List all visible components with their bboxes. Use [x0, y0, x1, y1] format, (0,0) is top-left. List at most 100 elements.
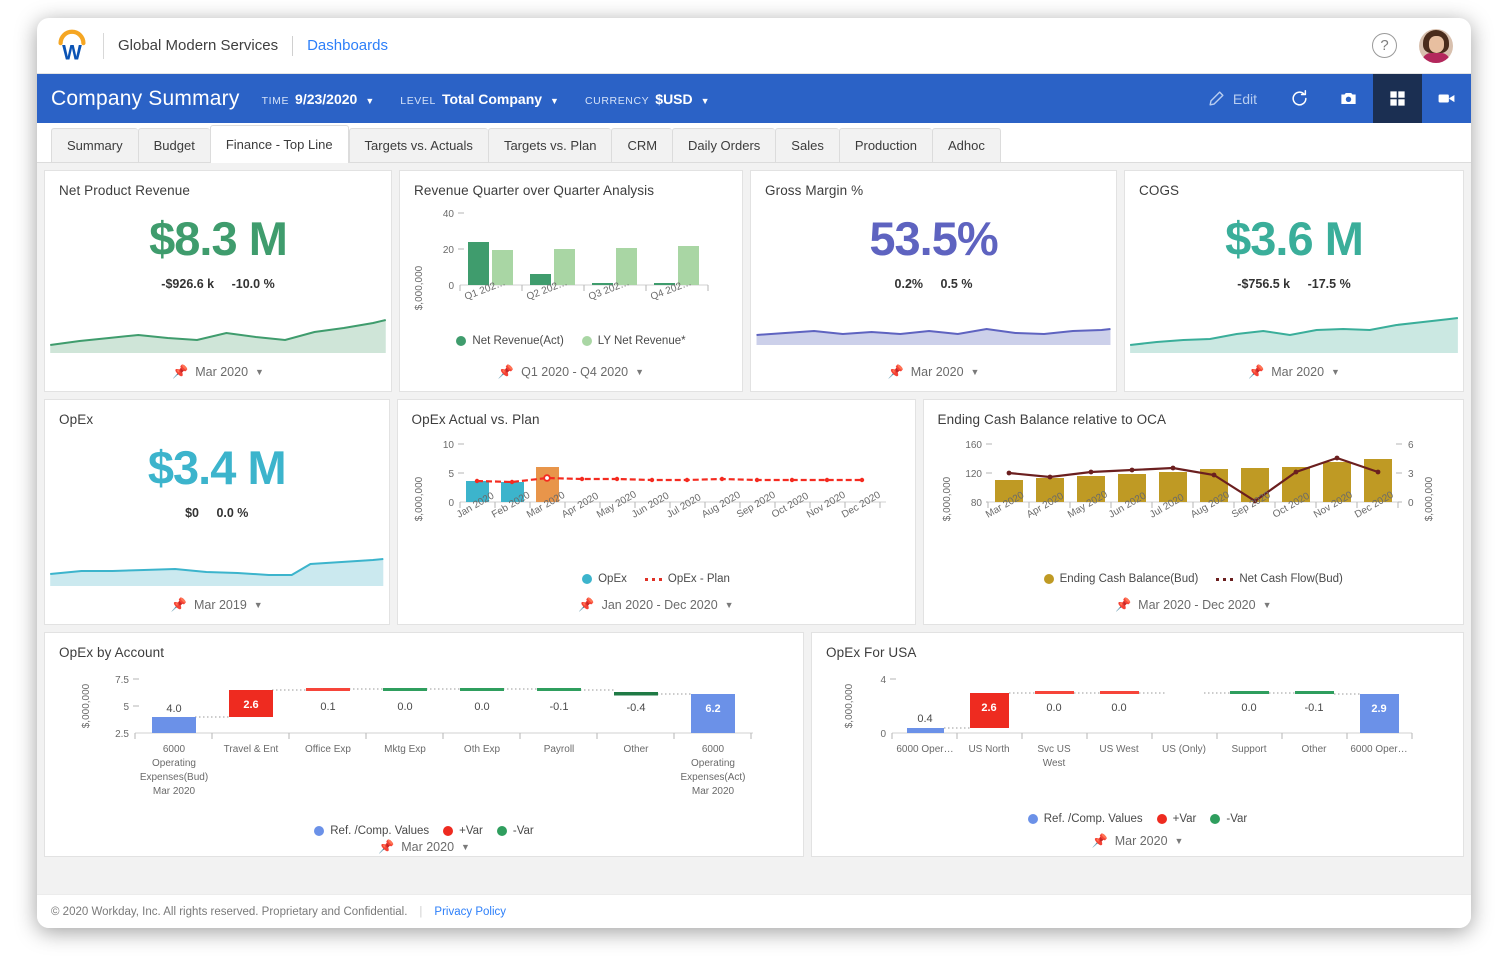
- y-tick: 7.5: [115, 675, 129, 686]
- kpi-value: $3.4 M: [45, 444, 389, 491]
- card-period-selector[interactable]: 📌 Mar 2020 ▼: [45, 837, 803, 856]
- card-period-selector[interactable]: 📌 Mar 2020 - Dec 2020 ▼: [924, 586, 1464, 624]
- x-tick: Jul 2020: [665, 492, 704, 521]
- card-net-product-revenue[interactable]: Net Product Revenue $8.3 M -$926.6 k -10…: [44, 170, 392, 392]
- x-tick: Expenses(Bud): [140, 772, 208, 783]
- edit-button[interactable]: Edit: [1195, 74, 1275, 123]
- card-title: Gross Margin %: [751, 171, 1116, 198]
- tab-targets-vs-plan[interactable]: Targets vs. Plan: [488, 128, 612, 162]
- legend-item: -Var: [1210, 813, 1247, 825]
- privacy-policy-link[interactable]: Privacy Policy: [434, 906, 506, 918]
- card-period-selector[interactable]: 📌 Mar 2020 ▼: [1125, 353, 1463, 391]
- x-tick: Mar 2020: [692, 786, 735, 797]
- filter-time[interactable]: TIME 9/23/2020 ▼: [262, 91, 375, 107]
- snapshot-button[interactable]: [1324, 74, 1373, 123]
- card-title: Net Product Revenue: [45, 171, 391, 198]
- bar-support: [1230, 691, 1269, 694]
- card-period-label: Mar 2020: [401, 840, 454, 854]
- chevron-down-icon: ▼: [1263, 600, 1272, 610]
- card-period-selector[interactable]: 📌 Mar 2020 ▼: [45, 353, 391, 391]
- x-tick: Oth Exp: [464, 744, 501, 755]
- page-footer: © 2020 Workday, Inc. All rights reserved…: [37, 894, 1471, 928]
- x-tick: Expenses(Act): [680, 772, 745, 783]
- kpi-value: $8.3 M: [45, 215, 391, 262]
- grid-view-button[interactable]: [1373, 74, 1422, 123]
- x-tick: Operating: [152, 758, 196, 769]
- bar-opening-total: [152, 717, 196, 733]
- x-tick: Mktg Exp: [384, 744, 426, 755]
- card-gross-margin[interactable]: Gross Margin % 53.5% 0.2% 0.5 % 📌 Mar 20…: [750, 170, 1117, 392]
- card-ending-cash-balance[interactable]: Ending Cash Balance relative to OCA $,00…: [923, 399, 1465, 625]
- camera-icon: [1339, 89, 1358, 108]
- y-tick: 20: [443, 245, 455, 256]
- x-tick: Travel & Ent: [224, 744, 279, 755]
- svg-text:W: W: [62, 41, 82, 64]
- chevron-down-icon: ▼: [550, 96, 559, 106]
- tab-sales[interactable]: Sales: [775, 128, 839, 162]
- line-net-cash-flow: [1009, 458, 1378, 501]
- card-title: OpEx by Account: [45, 633, 803, 660]
- tab-adhoc[interactable]: Adhoc: [932, 128, 1001, 162]
- kpi-delta-abs: $0: [185, 506, 199, 520]
- chart-legend: Ref. /Comp. Values +Var -Var: [45, 823, 803, 837]
- card-period-selector[interactable]: 📌 Jan 2020 - Dec 2020 ▼: [398, 586, 915, 624]
- pin-icon: 📌: [888, 364, 904, 380]
- tab-summary[interactable]: Summary: [51, 128, 138, 162]
- card-period-selector[interactable]: 📌 Q1 2020 - Q4 2020 ▼: [400, 353, 742, 391]
- bar-q1-act: [468, 242, 489, 285]
- tab-targets-vs-actuals[interactable]: Targets vs. Actuals: [349, 128, 488, 162]
- tab-daily-orders[interactable]: Daily Orders: [672, 128, 775, 162]
- tab-finance-top-line[interactable]: Finance - Top Line: [210, 125, 349, 163]
- filter-time-label: TIME: [262, 95, 289, 107]
- card-revenue-qoq[interactable]: Revenue Quarter over Quarter Analysis $,…: [399, 170, 743, 392]
- legend-swatch: [443, 826, 453, 836]
- user-avatar[interactable]: [1419, 29, 1453, 63]
- chevron-down-icon: ▼: [725, 600, 734, 610]
- bar-value-label: 0.0: [474, 701, 489, 713]
- y-tick: 0: [880, 729, 886, 740]
- x-tick: Q4 202…: [649, 277, 693, 303]
- x-tick: Sep 2020: [735, 489, 778, 520]
- sparkline-net-product-revenue: [45, 309, 391, 353]
- bar-value-label: 0.0: [1241, 702, 1256, 714]
- tab-production[interactable]: Production: [839, 128, 932, 162]
- card-cogs[interactable]: COGS $3.6 M -$756.5 k -17.5 % 📌 Mar 2020…: [1124, 170, 1464, 392]
- video-button[interactable]: [1422, 74, 1471, 123]
- filter-time-value: 9/23/2020: [295, 91, 357, 107]
- x-tick: Payroll: [544, 744, 575, 755]
- bar-value-label: 2.6: [243, 699, 258, 711]
- card-title: OpEx For USA: [812, 633, 1463, 660]
- filter-currency[interactable]: CURRENCY $USD ▼: [585, 91, 710, 107]
- legend-label: -Var: [513, 825, 534, 837]
- tab-crm[interactable]: CRM: [611, 128, 672, 162]
- legend-label: Ref. /Comp. Values: [330, 825, 429, 837]
- kpi-value: $3.6 M: [1125, 215, 1463, 262]
- legend-item: Net Cash Flow(Bud): [1216, 573, 1343, 585]
- help-circle-icon[interactable]: ?: [1372, 33, 1397, 58]
- kpi-delta-pct: 0.5 %: [941, 277, 973, 291]
- bar-value-label: 0.1: [320, 701, 335, 713]
- workday-logo-icon[interactable]: W: [53, 27, 91, 65]
- bar-value-label: 2.9: [1371, 703, 1386, 715]
- kpi-delta: 0.2% 0.5 %: [751, 277, 1116, 291]
- legend-label: Net Revenue(Act): [472, 335, 563, 347]
- card-period-selector[interactable]: 📌 Mar 2019 ▼: [45, 586, 389, 624]
- card-period-selector[interactable]: 📌 Mar 2020 ▼: [812, 825, 1463, 856]
- tab-budget[interactable]: Budget: [138, 128, 210, 162]
- chart-opex-by-account: $,000,000 7.5 5 2.5: [45, 660, 803, 821]
- card-opex-for-usa[interactable]: OpEx For USA $,000,000 4 0: [811, 632, 1464, 857]
- x-tick: Other: [623, 744, 649, 755]
- top-bar-right: ?: [1372, 29, 1453, 63]
- kpi-delta: -$756.5 k -17.5 %: [1125, 277, 1463, 291]
- filter-level[interactable]: LEVEL Total Company ▼: [400, 91, 559, 107]
- card-opex[interactable]: OpEx $3.4 M $0 0.0 % 📌 Mar 2019 ▼: [44, 399, 390, 625]
- card-opex-by-account[interactable]: OpEx by Account $,000,000 7.5 5 2.5: [44, 632, 804, 857]
- breadcrumb-dashboards[interactable]: Dashboards: [307, 37, 388, 54]
- refresh-button[interactable]: [1275, 74, 1324, 123]
- card-title: COGS: [1125, 171, 1463, 198]
- sparkline-opex: [45, 542, 389, 586]
- x-tick: Support: [1231, 744, 1266, 755]
- legend-label: Ending Cash Balance(Bud): [1060, 573, 1199, 585]
- card-opex-actual-vs-plan[interactable]: OpEx Actual vs. Plan $,000,000 10 5 0: [397, 399, 916, 625]
- card-period-selector[interactable]: 📌 Mar 2020 ▼: [751, 353, 1116, 391]
